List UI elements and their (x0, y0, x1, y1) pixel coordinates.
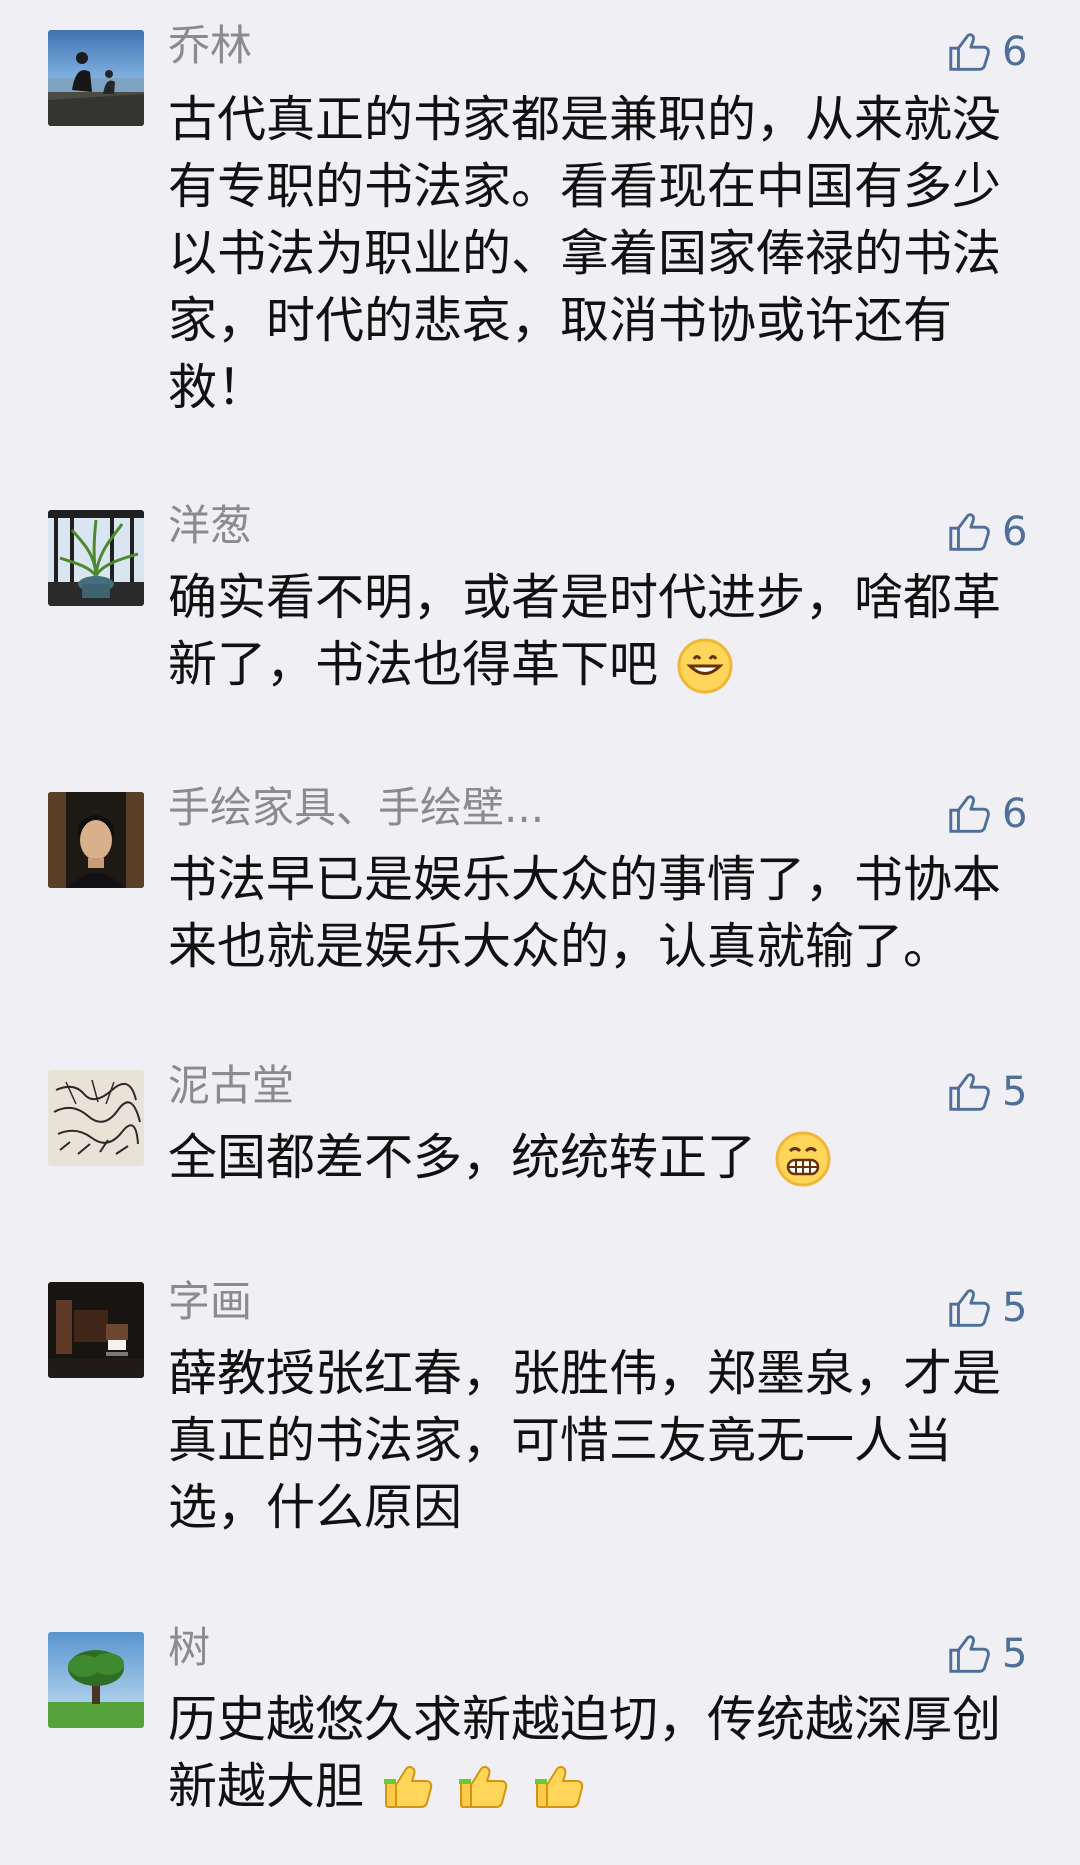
like-button[interactable]: 5 (946, 1064, 1056, 1120)
thumbs-up-icon (949, 1289, 990, 1327)
comment-text: 确实看不明，或者是时代进步，啥都革新了，书法也得革下吧 (168, 564, 1018, 712)
portrait-avatar-image (48, 792, 144, 888)
like-count: 5 (1002, 1069, 1028, 1115)
plant-avatar-image (48, 510, 144, 606)
thumbs-up-emoji-icon (457, 1759, 515, 1834)
calligraphy-avatar-image (48, 1070, 144, 1166)
beaming-face-icon (774, 1130, 832, 1205)
portrait-avatar[interactable] (48, 792, 144, 888)
comment-author[interactable]: 洋葱 (168, 500, 252, 552)
thumbs-up-icon (949, 1635, 990, 1673)
calligraphy-avatar[interactable] (48, 1070, 144, 1166)
thumbs-up-icon (949, 795, 990, 833)
comment-text-content: 确实看不明，或者是时代进步，啥都革新了，书法也得革下吧 (168, 569, 1002, 693)
comment-author[interactable]: 泥古堂 (168, 1060, 294, 1112)
tree-avatar[interactable] (48, 1632, 144, 1728)
interior-avatar[interactable] (48, 1282, 144, 1378)
landscape-avatar[interactable] (48, 30, 144, 126)
comment-text: 全国都差不多，统统转正了 (168, 1124, 1018, 1205)
comment-author[interactable]: 字画 (168, 1276, 252, 1328)
comment-text: 古代真正的书家都是兼职的，从来就没有专职的书法家。看看现在中国有多少以书法为职业… (168, 91, 1002, 416)
landscape-avatar-image (48, 30, 144, 126)
plant-avatar[interactable] (48, 510, 144, 606)
interior-avatar-image (48, 1282, 144, 1378)
thumbs-up-icon (949, 513, 990, 551)
like-button[interactable]: 6 (946, 504, 1056, 560)
like-count: 5 (1002, 1631, 1028, 1677)
like-button[interactable]: 6 (946, 24, 1056, 80)
like-count: 5 (1002, 1285, 1028, 1331)
comment-text: 书法早已是娱乐大众的事情了，书协本来也就是娱乐大众的，认真就输了。 (168, 851, 1002, 975)
like-button[interactable]: 5 (946, 1280, 1056, 1336)
comment-text: 薛教授张红春，张胜伟，郑墨泉，才是真正的书法家，可惜三友竟无一人当选，什么原因 (168, 1345, 1002, 1536)
thumbs-up-emoji-icon (382, 1759, 440, 1834)
like-button[interactable]: 6 (946, 786, 1056, 842)
comment-author[interactable]: 手绘家具、手绘壁... (168, 782, 544, 834)
like-count: 6 (1002, 29, 1028, 75)
comment-text-content: 全国都差不多，统统转正了 (168, 1129, 757, 1186)
comment-text: 历史越悠久求新越迫切，传统越深厚创新越大胆 (168, 1686, 1018, 1834)
like-count: 6 (1002, 791, 1028, 837)
thumbs-up-icon (949, 1073, 990, 1111)
like-count: 6 (1002, 509, 1028, 555)
like-button[interactable]: 5 (946, 1626, 1056, 1682)
comment-author[interactable]: 树 (168, 1622, 210, 1674)
thumbs-up-icon (949, 33, 990, 71)
thumbs-up-emoji-icon (533, 1759, 591, 1834)
tree-avatar-image (48, 1632, 144, 1728)
comment-author[interactable]: 乔林 (168, 20, 252, 72)
grinning-face-icon (676, 637, 734, 712)
